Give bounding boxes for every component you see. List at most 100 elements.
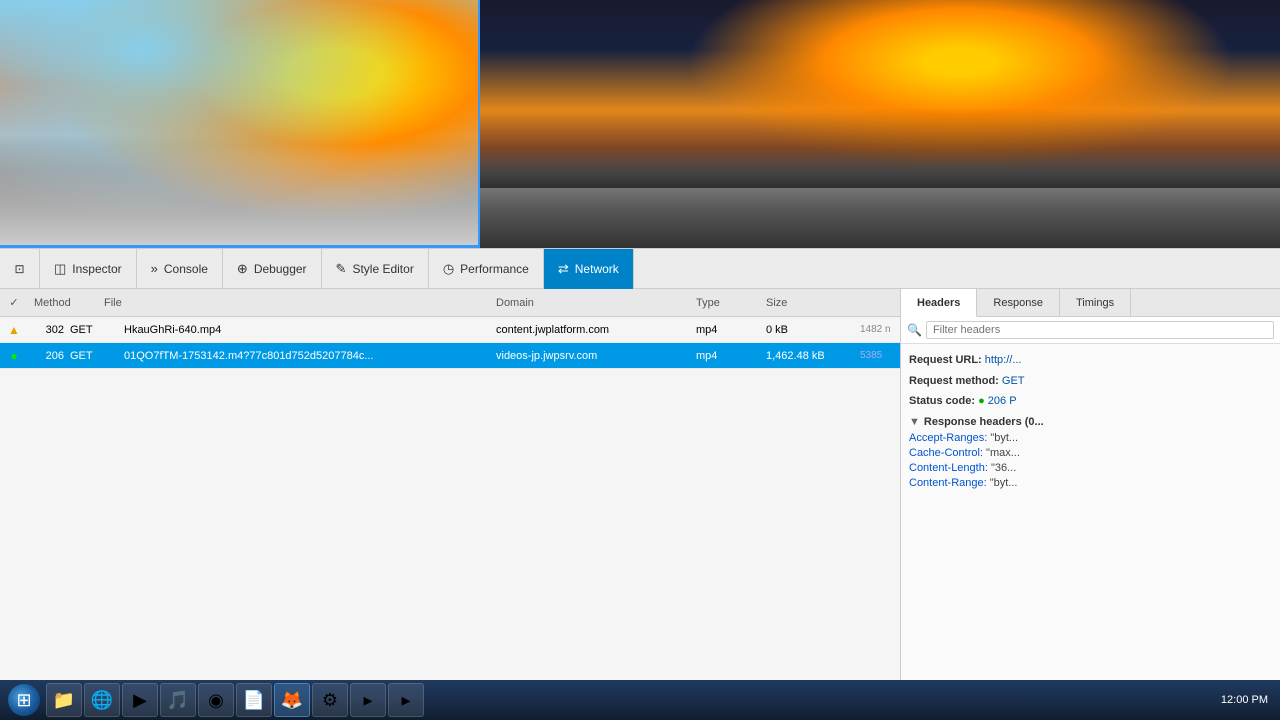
network-table-body: ▲ 302 GET HkauGhRi-640.mp4 content.jwpla… bbox=[0, 317, 900, 688]
response-header-content-length: Content-Length: "36... bbox=[909, 462, 1272, 474]
taskbar-folder[interactable]: 📁 bbox=[46, 683, 82, 717]
taskbar-app9[interactable]: ▸ bbox=[350, 683, 386, 717]
row1-domain: content.jwplatform.com bbox=[490, 324, 690, 336]
response-header-content-range: Content-Range: "byt... bbox=[909, 477, 1272, 489]
row2-check: ● bbox=[0, 349, 28, 363]
row2-method: GET bbox=[68, 350, 118, 362]
taskbar-tray: 12:00 PM bbox=[1221, 694, 1276, 706]
inspect-element-button[interactable]: ⊡ bbox=[0, 249, 40, 289]
request-url-item: Request URL: http://... bbox=[909, 352, 1272, 369]
col-type-header: Type bbox=[690, 297, 760, 309]
row1-type: mp4 bbox=[690, 324, 760, 336]
video-left-panel bbox=[0, 0, 480, 248]
devtools-panel: ⊡ ◫ Inspector » Console ⊕ Debugger ✎ Sty… bbox=[0, 248, 1280, 720]
start-orb-icon: ⊞ bbox=[8, 684, 40, 716]
headers-tabs: Headers Response Timings bbox=[901, 289, 1280, 317]
row1-status: 302 bbox=[28, 324, 68, 336]
tab-performance[interactable]: ◷ Performance bbox=[429, 249, 544, 289]
video-right-panel bbox=[480, 0, 1280, 248]
chevron-down-icon: ▼ bbox=[909, 416, 920, 428]
request-url-value: http://... bbox=[985, 354, 1022, 366]
tab-console[interactable]: » Console bbox=[137, 249, 223, 289]
folder-icon: 📁 bbox=[53, 690, 75, 711]
request-method-value: GET bbox=[1002, 375, 1025, 387]
row1-size: 0 kB bbox=[760, 324, 860, 336]
start-button[interactable]: ⊞ bbox=[4, 682, 44, 718]
browser-viewport bbox=[0, 0, 1280, 248]
settings-icon: ⚙ bbox=[322, 690, 338, 711]
col-check: ✓ bbox=[0, 296, 28, 309]
table-row[interactable]: ▲ 302 GET HkauGhRi-640.mp4 content.jwpla… bbox=[0, 317, 900, 343]
col-domain-header: Domain bbox=[490, 297, 690, 309]
row2-size: 1,462.48 kB bbox=[760, 350, 860, 362]
ok-icon: ● bbox=[10, 349, 17, 363]
row1-check: ▲ bbox=[0, 323, 28, 337]
tray-time: 12:00 PM bbox=[1221, 694, 1268, 706]
filter-headers-bar: 🔍 bbox=[901, 317, 1280, 344]
taskbar-ie[interactable]: 🌐 bbox=[84, 683, 120, 717]
table-row[interactable]: ● 206 GET 01QO7fTM-1753142.m4?77c801d752… bbox=[0, 343, 900, 369]
tab-headers[interactable]: Headers bbox=[901, 289, 977, 317]
filter-headers-input[interactable] bbox=[926, 321, 1274, 339]
performance-icon: ◷ bbox=[443, 261, 454, 277]
taskbar-settings[interactable]: ⚙ bbox=[312, 683, 348, 717]
tab-network[interactable]: ⇄ Network bbox=[544, 249, 634, 289]
tab-style-editor[interactable]: ✎ Style Editor bbox=[322, 249, 429, 289]
console-icon: » bbox=[151, 261, 158, 276]
headers-content: Request URL: http://... Request method: … bbox=[901, 344, 1280, 720]
network-label: Network bbox=[575, 262, 619, 276]
video-overlay bbox=[0, 145, 478, 245]
tab-timings[interactable]: Timings bbox=[1060, 289, 1131, 317]
tab-response[interactable]: Response bbox=[977, 289, 1060, 317]
inspector-icon: ◫ bbox=[54, 261, 66, 277]
table-header: ✓ Method File Domain Type Size bbox=[0, 289, 900, 317]
row2-file: 01QO7fTM-1753142.m4?77c801d752d5207784c.… bbox=[118, 350, 490, 362]
style-editor-icon: ✎ bbox=[336, 261, 347, 277]
row1-file: HkauGhRi-640.mp4 bbox=[118, 324, 490, 336]
status-indicator: ● bbox=[978, 395, 988, 407]
debugger-icon: ⊕ bbox=[237, 261, 248, 277]
music-icon: 🎵 bbox=[167, 690, 189, 711]
col-size-header: Size bbox=[760, 297, 860, 309]
row2-status: 206 bbox=[28, 350, 68, 362]
tab-debugger[interactable]: ⊕ Debugger bbox=[223, 249, 322, 289]
devtools-toolbar: ⊡ ◫ Inspector » Console ⊕ Debugger ✎ Sty… bbox=[0, 249, 1280, 289]
console-label: Console bbox=[164, 262, 208, 276]
response-header-accept-ranges: Accept-Ranges: "byt... bbox=[909, 432, 1272, 444]
tab-inspector[interactable]: ◫ Inspector bbox=[40, 249, 137, 289]
network-table-area: ✓ Method File Domain Type Size bbox=[0, 289, 900, 720]
status-code-value: 206 P bbox=[988, 395, 1017, 407]
ie-icon: 🌐 bbox=[91, 690, 113, 711]
bridge-silhouette bbox=[480, 108, 1280, 188]
notepad-icon: 📄 bbox=[243, 690, 265, 711]
taskbar-media-player[interactable]: ▶ bbox=[122, 683, 158, 717]
row1-method: GET bbox=[68, 324, 118, 336]
response-header-cache-control: Cache-Control: "max... bbox=[909, 447, 1272, 459]
firefox-icon: 🦊 bbox=[281, 690, 303, 711]
row1-timeline: 1482 n bbox=[860, 324, 900, 335]
status-code-item: Status code: ● 206 P bbox=[909, 393, 1272, 410]
taskbar-chrome[interactable]: ◉ bbox=[198, 683, 234, 717]
taskbar-firefox[interactable]: 🦊 bbox=[274, 683, 310, 717]
filter-icon: 🔍 bbox=[907, 323, 922, 337]
row2-domain: videos-jp.jwpsrv.com bbox=[490, 350, 690, 362]
taskbar: ⊞ 📁 🌐 ▶ 🎵 ◉ 📄 🦊 ⚙ ▸ ▸ 12:00 PM bbox=[0, 680, 1280, 720]
inspector-label: Inspector bbox=[72, 262, 121, 276]
network-icon: ⇄ bbox=[558, 261, 569, 277]
performance-label: Performance bbox=[460, 262, 529, 276]
app9-icon: ▸ bbox=[363, 690, 372, 711]
taskbar-app10[interactable]: ▸ bbox=[388, 683, 424, 717]
taskbar-music[interactable]: 🎵 bbox=[160, 683, 196, 717]
taskbar-notepad[interactable]: 📄 bbox=[236, 683, 272, 717]
headers-panel: Headers Response Timings 🔍 Request URL: … bbox=[900, 289, 1280, 720]
response-headers-section[interactable]: ▼ Response headers (0... bbox=[909, 416, 1272, 428]
warn-icon: ▲ bbox=[8, 323, 20, 337]
col-method-header: Method bbox=[28, 297, 98, 309]
devtools-body: ✓ Method File Domain Type Size bbox=[0, 289, 1280, 720]
request-method-item: Request method: GET bbox=[909, 373, 1272, 390]
style-editor-label: Style Editor bbox=[352, 262, 413, 276]
app10-icon: ▸ bbox=[401, 690, 410, 711]
debugger-label: Debugger bbox=[254, 262, 307, 276]
col-file-header: File bbox=[98, 297, 490, 309]
inspect-icon: ⊡ bbox=[14, 262, 24, 276]
